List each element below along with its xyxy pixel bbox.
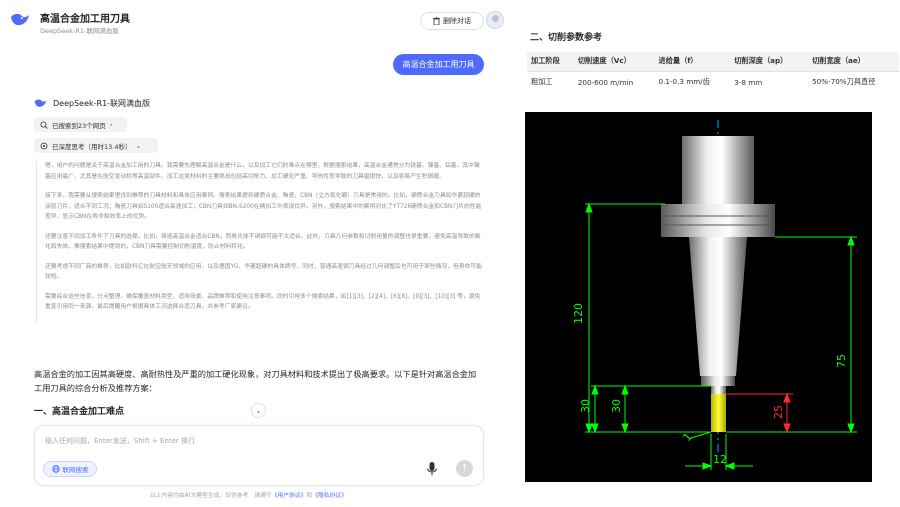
- disclaimer-text: 以上内容均由AI大模型生成，仅供参考 请遵守: [149, 493, 272, 499]
- reasoning-paragraph: 嗯，用户的问题是关于高温合金加工用的刀具。我需要先理解高温合金是什么，以及加工它…: [45, 163, 480, 180]
- chat-subtitle: DeepSeek-R1-联网满血版: [40, 27, 119, 35]
- message-input-box[interactable]: 输入任何问题，Enter发送，Shift + Enter 换行 联网搜索 ↑: [34, 425, 484, 486]
- web-search-label: 联网搜索: [62, 466, 89, 474]
- table-header-cell: 加工阶段: [527, 52, 574, 72]
- avatar[interactable]: [486, 11, 504, 29]
- reasoning-paragraph: 接下来，我需要从搜索结果里找到推荐的刀具材料和具体应用案例。搜索结果提到硬质合金…: [45, 193, 482, 220]
- dim-cut-length: [591, 384, 711, 434]
- trash-icon: [433, 17, 440, 25]
- cutter-shank: [711, 386, 726, 394]
- chevron-right-icon: ›: [109, 120, 113, 129]
- reasoning-paragraph: 还要注意不同加工条件下刀具的选择。比如，铸造高温合金适合CBN，而奥氏体不锈钢可…: [45, 233, 481, 251]
- message-input-placeholder[interactable]: 输入任何问题，Enter发送，Shift + Enter 换行: [45, 436, 195, 446]
- table-header-cell: 切削深度（ap）: [730, 52, 809, 72]
- cutting-params-table: 加工阶段 切削速度（Vc） 进给量（f） 切削深度（ap） 切削宽度（ae） 粗…: [527, 52, 899, 93]
- deepseek-logo-icon: [11, 13, 29, 26]
- table-cell: 3-8 mm: [734, 77, 763, 87]
- dim-label-extension: 75: [835, 354, 848, 368]
- table-cell: 粗加工: [531, 77, 553, 87]
- model-name: DeepSeek-R1-联网满血版: [53, 98, 151, 108]
- dim-label-total: 120: [572, 303, 585, 324]
- reasoning-block: 嗯，用户的问题是关于高温合金加工用的刀具。我需要先理解高温合金是什么，以及加工它…: [36, 161, 484, 322]
- table-header-cell: 切削宽度（ae）: [808, 52, 899, 72]
- answer-section-heading: 一、高温合金加工难点: [34, 407, 125, 417]
- dim-label-diameter: 12: [713, 453, 727, 466]
- table-cell: 0.1-0.3 mm/齿: [658, 77, 710, 87]
- globe-icon: [51, 465, 60, 473]
- cutter-flute: [711, 394, 726, 432]
- params-section-title: 二、切削参数参考: [530, 33, 603, 43]
- scroll-down-button[interactable]: ⌄: [251, 403, 266, 418]
- table-header-cell: 进给量（f）: [654, 52, 731, 72]
- chevron-down-icon: ⌄: [135, 141, 142, 150]
- think-pill-label: 已深度思考（用时13.4秒）: [52, 142, 132, 151]
- answer-intro: 高温合金的加工因其高硬度、高耐热性及严重的加工硬化现象，对刀具材料和技术提出了极…: [34, 369, 477, 393]
- table-cell: 50%-70%刀具直径: [812, 77, 876, 87]
- microphone-icon[interactable]: [426, 461, 438, 477]
- table-cell: 200-600 m/min: [577, 77, 634, 87]
- holder-cone: [689, 237, 747, 376]
- dim-label-cut-a: 30: [579, 399, 592, 413]
- reasoning-paragraph: 还要考虑不同厂商的推荐，比如欧科亿在航空航天领域的应用，以及德国YG、华菱超硬的…: [45, 263, 483, 281]
- table-header-cell: 切削速度（Vc）: [573, 52, 655, 72]
- arrow-up-icon: ↑: [460, 463, 469, 474]
- search-pill-label: 已搜索到23个网页: [52, 121, 106, 130]
- tool-drawing-svg: 120 75 30 30 25 12 1: [572, 120, 857, 470]
- holder-flange: [661, 204, 775, 237]
- chat-header: 高温合金加工用刀具 DeepSeek-R1-联网满血版 删除对话: [8, 8, 504, 38]
- model-row: DeepSeek-R1-联网满血版: [34, 96, 150, 110]
- web-search-toggle[interactable]: 联网搜索: [43, 461, 97, 477]
- delete-conversation-button[interactable]: 删除对话: [420, 12, 484, 30]
- table-header-row: 加工阶段 切削速度（Vc） 进给量（f） 切削深度（ap） 切削宽度（ae）: [527, 52, 899, 72]
- table-row: 粗加工 200-600 m/min 0.1-0.3 mm/齿 3-8 mm 50…: [527, 71, 899, 93]
- chat-panel: 高温合金加工用刀具 DeepSeek-R1-联网满血版 删除对话 高温合金加工用…: [0, 0, 504, 507]
- deepseek-logo-icon: [34, 99, 47, 107]
- user-message-bubble: 高温合金加工用刀具: [393, 54, 484, 75]
- send-button[interactable]: ↑: [456, 460, 473, 477]
- dim-label-cut-b: 30: [610, 399, 623, 413]
- holder-nose: [701, 376, 735, 386]
- delete-label: 删除对话: [443, 17, 471, 25]
- dim-extension: [726, 235, 857, 434]
- chevron-double-down-icon: ⌄: [255, 406, 262, 415]
- disclaimer: 以上内容均由AI大模型生成，仅供参考 请遵守《用户协议》和《隐私协议》: [0, 490, 497, 499]
- reasoning-paragraph: 需要综合这些信息，分点整理，确保覆盖材料类型、适用场景、品牌推荐和使用注意事项。…: [45, 293, 481, 311]
- tool-holder-drawing: 120 75 30 30 25 12 1: [525, 112, 872, 482]
- search-results-toggle[interactable]: 已搜索到23个网页 ›: [34, 117, 127, 132]
- privacy-policy-link[interactable]: 《隐私协议》: [312, 493, 347, 499]
- dim-chamfer: [690, 431, 712, 439]
- web-results-icon: [40, 121, 48, 129]
- user-agreement-link[interactable]: 《用户协议》: [272, 493, 307, 499]
- holder-top-taper: [682, 136, 754, 204]
- deep-think-icon: [40, 142, 48, 149]
- deep-think-toggle[interactable]: 已深度思考（用时13.4秒） ⌄: [34, 138, 158, 153]
- chat-title: 高温合金加工用刀具: [40, 14, 130, 25]
- dim-label-flute: 25: [772, 405, 785, 419]
